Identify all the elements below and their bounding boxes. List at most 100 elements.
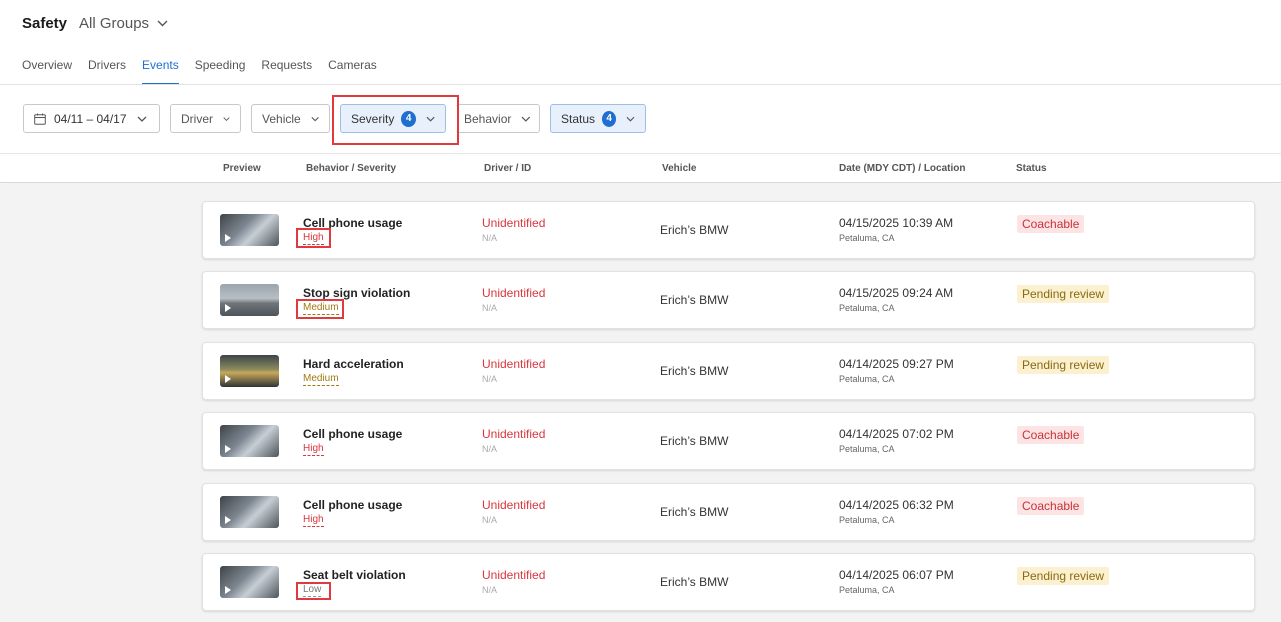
vehicle-name: Erich’s BMW	[660, 364, 729, 378]
driver-id: N/A	[482, 303, 498, 313]
event-location: Petaluma, CA	[839, 303, 895, 313]
status-badge: Pending review	[1017, 567, 1110, 585]
driver-name[interactable]: Unidentified	[482, 216, 545, 230]
behavior-label: Cell phone usage	[303, 498, 403, 512]
status-filter[interactable]: Status 4	[550, 104, 646, 133]
event-preview-thumbnail[interactable]	[220, 496, 279, 528]
chevron-down-icon	[311, 116, 319, 121]
tab-events[interactable]: Events	[142, 55, 179, 85]
severity-label: Medium	[303, 302, 339, 315]
driver-id: N/A	[482, 585, 498, 595]
severity-filter[interactable]: Severity 4	[340, 104, 446, 133]
tab-requests[interactable]: Requests	[261, 55, 312, 85]
driver-id: N/A	[482, 233, 498, 243]
chevron-down-icon	[521, 116, 531, 122]
column-header-vehicle[interactable]: Vehicle	[662, 163, 696, 174]
event-location: Petaluma, CA	[839, 374, 895, 384]
severity-filter-label: Severity	[351, 111, 395, 126]
tab-speeding[interactable]: Speeding	[195, 55, 246, 85]
driver-name[interactable]: Unidentified	[482, 498, 545, 512]
driver-name[interactable]: Unidentified	[482, 357, 545, 371]
vehicle-filter-label: Vehicle	[262, 111, 301, 126]
date-range-filter[interactable]: 04/11 – 04/17	[23, 104, 160, 133]
severity-count-badge: 4	[401, 110, 416, 127]
status-badge: Coachable	[1017, 426, 1085, 444]
table-row[interactable]: Cell phone usage High Unidentified N/A E…	[202, 412, 1255, 470]
severity-label: High	[303, 514, 324, 527]
play-icon	[225, 516, 231, 524]
status-count-badge: 4	[602, 110, 617, 127]
status-badge: Pending review	[1017, 285, 1110, 303]
driver-name[interactable]: Unidentified	[482, 286, 545, 300]
chevron-down-icon	[137, 116, 146, 122]
driver-filter[interactable]: Driver	[170, 104, 241, 133]
play-icon	[225, 586, 231, 594]
event-datetime: 04/15/2025 10:39 AM	[839, 216, 954, 230]
behavior-filter[interactable]: Behavior	[456, 104, 540, 133]
column-header-status[interactable]: Status	[1016, 163, 1047, 174]
play-icon	[225, 304, 231, 312]
event-preview-thumbnail[interactable]	[220, 566, 279, 598]
vehicle-name: Erich’s BMW	[660, 434, 729, 448]
behavior-filter-label: Behavior	[464, 111, 512, 126]
tab-bar: Overview Drivers Events Speeding Request…	[22, 55, 393, 85]
event-location: Petaluma, CA	[839, 444, 895, 454]
event-datetime: 04/14/2025 06:07 PM	[839, 568, 954, 582]
chevron-down-icon	[223, 116, 230, 121]
table-row[interactable]: Cell phone usage High Unidentified N/A E…	[202, 483, 1255, 541]
driver-filter-label: Driver	[181, 111, 213, 126]
tab-overview[interactable]: Overview	[22, 55, 72, 85]
play-icon	[225, 375, 231, 383]
column-header-date[interactable]: Date (MDY CDT) / Location	[839, 163, 965, 174]
column-header-driver[interactable]: Driver / ID	[484, 163, 531, 174]
table-row[interactable]: Seat belt violation Low Unidentified N/A…	[202, 553, 1255, 611]
event-preview-thumbnail[interactable]	[220, 355, 279, 387]
chevron-down-icon	[626, 116, 635, 122]
driver-id: N/A	[482, 374, 498, 384]
tab-drivers[interactable]: Drivers	[88, 55, 126, 85]
driver-name[interactable]: Unidentified	[482, 427, 545, 441]
behavior-label: Cell phone usage	[303, 427, 403, 441]
driver-id: N/A	[482, 515, 498, 525]
tab-cameras[interactable]: Cameras	[328, 55, 377, 85]
table-row[interactable]: Hard acceleration Medium Unidentified N/…	[202, 342, 1255, 400]
chevron-down-icon	[157, 20, 168, 26]
event-preview-thumbnail[interactable]	[220, 214, 279, 246]
driver-id: N/A	[482, 444, 498, 454]
play-icon	[225, 445, 231, 453]
play-icon	[225, 234, 231, 242]
vehicle-name: Erich’s BMW	[660, 505, 729, 519]
calendar-icon	[34, 113, 46, 125]
status-badge: Coachable	[1017, 215, 1085, 233]
behavior-label: Stop sign violation	[303, 286, 411, 300]
page-title: Safety	[22, 14, 68, 32]
group-selector[interactable]: All Groups	[79, 15, 168, 32]
column-header-behavior[interactable]: Behavior / Severity	[306, 163, 396, 174]
table-row[interactable]: Stop sign violation Medium Unidentified …	[202, 271, 1255, 329]
event-datetime: 04/15/2025 09:24 AM	[839, 286, 954, 300]
date-range-label: 04/11 – 04/17	[54, 111, 127, 126]
vehicle-name: Erich’s BMW	[660, 293, 729, 307]
event-datetime: 04/14/2025 07:02 PM	[839, 427, 954, 441]
event-datetime: 04/14/2025 06:32 PM	[839, 498, 954, 512]
vehicle-name: Erich’s BMW	[660, 575, 729, 589]
driver-name[interactable]: Unidentified	[482, 568, 545, 582]
severity-label: Low	[303, 584, 322, 597]
group-selector-label: All Groups	[79, 14, 150, 32]
event-datetime: 04/14/2025 09:27 PM	[839, 357, 954, 371]
status-badge: Coachable	[1017, 497, 1085, 515]
behavior-label: Cell phone usage	[303, 216, 403, 230]
behavior-label: Hard acceleration	[303, 357, 404, 371]
tabs-divider	[0, 84, 1281, 85]
severity-label: High	[303, 443, 324, 456]
event-location: Petaluma, CA	[839, 233, 895, 243]
behavior-label: Seat belt violation	[303, 568, 406, 582]
event-location: Petaluma, CA	[839, 515, 895, 525]
table-row[interactable]: Cell phone usage High Unidentified N/A E…	[202, 201, 1255, 259]
page-header: Safety All Groups	[22, 12, 168, 34]
event-preview-thumbnail[interactable]	[220, 425, 279, 457]
vehicle-filter[interactable]: Vehicle	[251, 104, 330, 133]
severity-label: Medium	[303, 373, 339, 386]
event-preview-thumbnail[interactable]	[220, 284, 279, 316]
event-location: Petaluma, CA	[839, 585, 895, 595]
